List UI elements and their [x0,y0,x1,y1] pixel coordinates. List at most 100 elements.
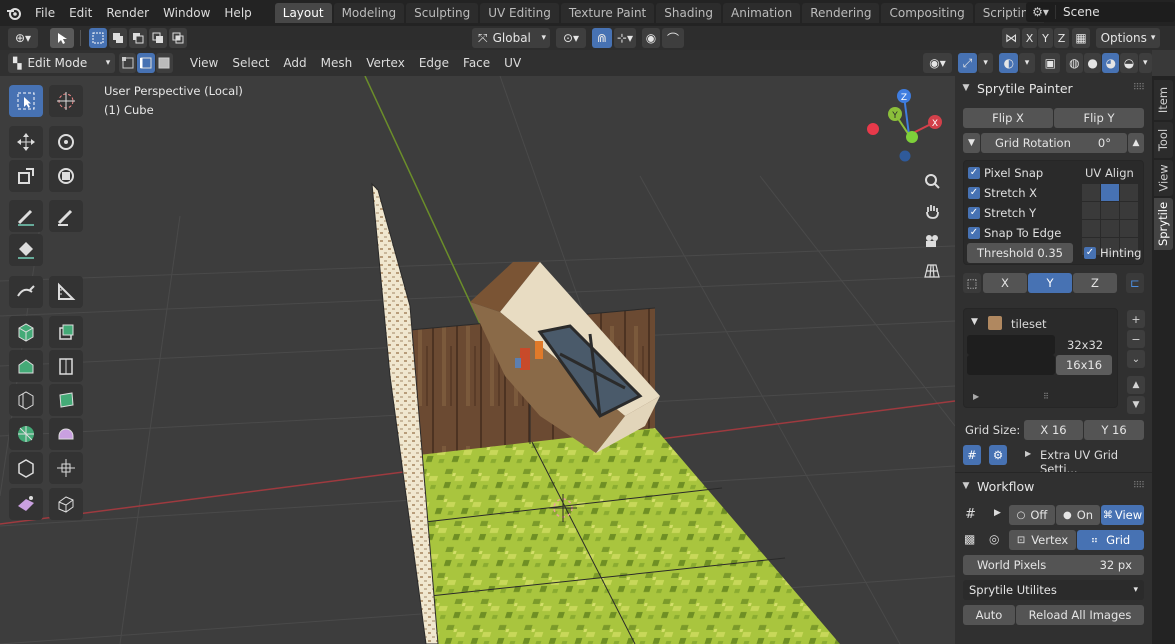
uv-align-cell[interactable] [1120,202,1138,219]
measure-tool-icon[interactable] [49,276,83,308]
select-tool-icon[interactable] [50,28,74,48]
xray-icon[interactable]: ▣ [1040,53,1060,73]
resize-grip-icon[interactable]: ⠿ [1043,392,1049,401]
select-new-icon[interactable] [89,28,107,48]
vertex-select-icon[interactable] [119,53,137,73]
grid-icon[interactable]: # [963,445,981,465]
uv-align-cell[interactable] [1101,202,1119,219]
scene-name[interactable]: Scene [1056,5,1100,19]
tileset-name[interactable]: tileset [1011,317,1047,331]
expand-right-icon[interactable]: ▶ [1025,449,1031,458]
options-dropdown[interactable]: Options ▾ [1096,28,1160,48]
grid-size-x-field[interactable]: X 16 [1024,420,1083,440]
tab-texture-paint[interactable]: Texture Paint [560,3,655,23]
world-pixels-field[interactable]: World Pixels 32 px [963,555,1144,575]
navigation-gizmo[interactable]: Z X Y [867,89,942,162]
3d-viewport[interactable]: Z X Y User Perspective (Local) (1) Cube [0,76,955,644]
drag-grip-icon[interactable]: ⠿⠿ [1133,83,1145,93]
move-up-icon[interactable]: ▲ [1127,376,1145,394]
chevron-down-icon[interactable]: ⌄ [1127,350,1145,368]
menu-edit[interactable]: Edit [62,2,99,24]
menu-render[interactable]: Render [99,2,156,24]
uv-align-cell[interactable] [1082,184,1100,201]
snap-vertex-button[interactable]: ⊡ Vertex [1009,530,1076,550]
annotate-line-tool-icon[interactable] [49,200,83,232]
tab-layout[interactable]: Layout [274,3,332,23]
snap-mode-icon[interactable]: ⊹▾ [614,28,636,48]
flip-x-button[interactable]: Flip X [963,108,1053,128]
vp-menu-uv[interactable]: UV [497,56,528,70]
workflow-on-button[interactable]: ● On [1056,505,1100,525]
axis-x-button[interactable]: X [983,273,1027,293]
tab-uv-editing[interactable]: UV Editing [480,3,559,23]
axis-snap-icon[interactable]: ⊏ [1126,273,1144,293]
play-icon[interactable]: ▶ [994,508,1001,518]
tab-animation[interactable]: Animation [723,3,801,23]
snap-grid-button[interactable]: ⠶ Grid [1077,530,1144,550]
menu-file[interactable]: File [28,2,62,24]
drag-grip-icon[interactable]: ⠿⠿ [1133,481,1145,491]
gizmo-neg-y-icon[interactable] [906,131,918,143]
pivot-point-icon[interactable]: ⊙▾ [556,28,586,48]
tile-preview-32[interactable] [967,335,1055,355]
checker-icon[interactable]: ▩ [964,532,975,546]
gizmo-toggle-icon[interactable]: ⤢ [957,53,977,73]
grid-settings-icon[interactable]: ⚙ [989,445,1007,465]
select-subtract-icon[interactable] [129,28,147,48]
vp-menu-vertex[interactable]: Vertex [359,56,412,70]
overlay-toggle-icon[interactable]: ◐ [999,53,1019,73]
edge-slide-tool-icon[interactable] [49,452,83,484]
select-box-tool-icon[interactable] [9,85,43,117]
vp-menu-edge[interactable]: Edge [412,56,456,70]
vp-menu-view[interactable]: View [183,56,225,70]
pixel-snap-checkbox[interactable]: ✓ Pixel Snap [968,166,1043,180]
chevron-down-icon[interactable]: ▾ [977,53,994,73]
proportional-edit-icon[interactable]: ◉ [642,28,660,48]
vp-menu-face[interactable]: Face [456,56,497,70]
axis-z-button[interactable]: Z [1073,273,1117,293]
shear-tool-icon[interactable] [49,488,83,520]
rendered-shading-icon[interactable]: ◒ [1120,53,1138,73]
menu-help[interactable]: Help [217,2,258,24]
scale-tool-icon[interactable] [9,160,43,192]
transform-tool-icon[interactable] [49,160,83,192]
grid-size-option-32[interactable]: 32x32 [1067,338,1103,352]
shrink-fatten-tool-icon[interactable] [9,488,43,520]
camera-view-icon[interactable] [918,227,946,255]
measure-pen-tool-icon[interactable] [9,276,43,308]
add-cube-tool-icon[interactable] [9,316,43,348]
auto-button[interactable]: Auto [963,605,1015,625]
select-extend-icon[interactable] [109,28,127,48]
blender-logo-icon[interactable] [0,0,28,26]
topology-mirror-icon[interactable]: ▦ [1072,28,1090,48]
axis-y-button[interactable]: Y [1028,273,1072,293]
face-select-icon[interactable] [155,53,173,73]
ortho-grid-icon[interactable] [918,257,946,285]
loop-cut-tool-icon[interactable] [9,384,43,416]
uv-align-grid[interactable] [1082,184,1138,255]
vp-menu-select[interactable]: Select [225,56,276,70]
mirror-x-button[interactable]: X [1022,28,1037,48]
editor-type-icon[interactable]: ⊕▾ [8,28,38,48]
move-down-icon[interactable]: ▼ [1127,396,1145,414]
uv-align-cell-active[interactable] [1101,184,1119,201]
orientation-dropdown[interactable]: ⤧ Global ▾ [472,28,550,48]
tab-shading[interactable]: Shading [656,3,721,23]
tab-tool[interactable]: Tool [1154,122,1173,158]
tab-item[interactable]: Item [1154,80,1173,120]
poly-build-tool-icon[interactable] [9,418,43,450]
move-tool-icon[interactable] [9,126,43,158]
mirror-y-button[interactable]: Y [1038,28,1053,48]
solid-shading-icon[interactable]: ● [1084,53,1102,73]
gizmo-neg-z-icon[interactable] [899,150,911,162]
workflow-view-button[interactable]: ⌘ View [1101,505,1144,525]
snap-toggle-icon[interactable]: ⋒ [592,28,612,48]
select-invert-icon[interactable] [149,28,167,48]
axis-lock-icon[interactable]: ⬚ [963,273,981,293]
menu-window[interactable]: Window [156,2,217,24]
rotate-left-button[interactable]: ▼ [963,133,980,153]
extrude-tool-icon[interactable] [49,316,83,348]
stretch-x-checkbox[interactable]: ✓ Stretch X [968,186,1037,200]
scene-selector[interactable]: ⚙▾ Scene [1026,2,1175,22]
uv-align-cell[interactable] [1101,220,1119,237]
